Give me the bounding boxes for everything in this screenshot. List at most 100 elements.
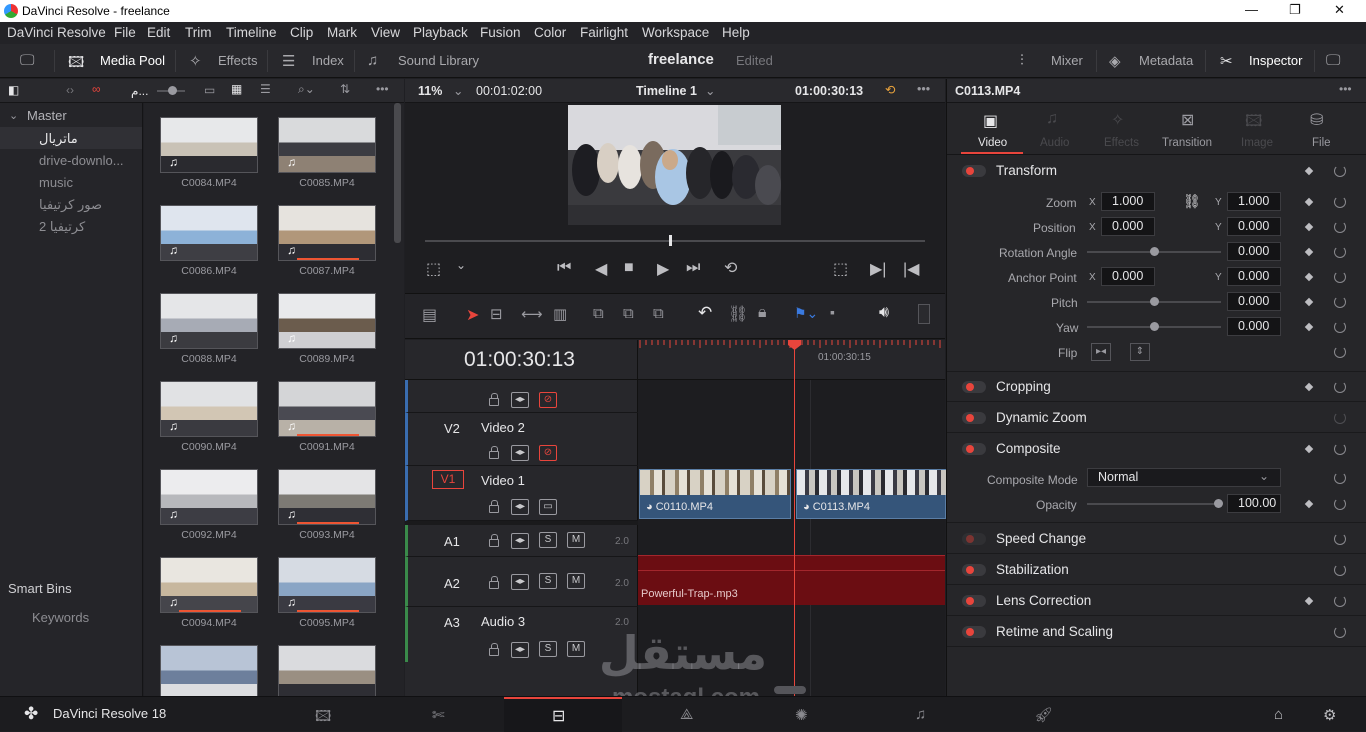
chevron-down-icon[interactable]: ⌄ bbox=[9, 109, 18, 122]
media-clip-thumbnail[interactable]: ♫ bbox=[278, 557, 376, 613]
menu-fairlight[interactable]: Fairlight bbox=[580, 25, 628, 40]
dynamic-trim-icon[interactable]: ⟷ bbox=[521, 305, 543, 323]
disable-track-icon[interactable]: ⊘ bbox=[539, 392, 557, 408]
auto-select-icon[interactable]: ◂▸ bbox=[511, 445, 529, 461]
section-toggle[interactable] bbox=[962, 626, 986, 638]
maximize-icon[interactable]: ❐ bbox=[1289, 2, 1301, 18]
section-toggle[interactable] bbox=[962, 564, 986, 576]
inspector-icon[interactable]: ✂ bbox=[1220, 52, 1233, 70]
menu-file[interactable]: File bbox=[114, 25, 136, 40]
section-composite[interactable]: Composite bbox=[947, 434, 1366, 464]
lock-icon[interactable] bbox=[489, 446, 499, 459]
keyframe-icon[interactable] bbox=[1304, 499, 1314, 509]
more-options-icon[interactable]: ••• bbox=[1339, 82, 1352, 96]
lock-icon[interactable] bbox=[489, 643, 499, 656]
reset-icon[interactable] bbox=[1334, 271, 1346, 283]
layout-icon[interactable]: 🖵 bbox=[20, 52, 34, 69]
reset-icon[interactable] bbox=[1334, 381, 1346, 393]
menu-mark[interactable]: Mark bbox=[327, 25, 357, 40]
keyframe-icon[interactable] bbox=[1304, 247, 1314, 257]
bin-item[interactable]: music bbox=[39, 175, 73, 190]
search-icon[interactable]: ⌕⌄ bbox=[298, 82, 315, 97]
menu-view[interactable]: View bbox=[371, 25, 400, 40]
media-clip-thumbnail[interactable]: ♫ bbox=[160, 469, 258, 525]
play-icon[interactable]: ▶ bbox=[657, 259, 669, 279]
timeline-view-options-icon[interactable]: ▤ bbox=[422, 305, 437, 325]
yaw-field[interactable]: 0.000 bbox=[1227, 317, 1281, 336]
media-clip-thumbnail[interactable]: ♫ bbox=[278, 293, 376, 349]
track-name[interactable]: Video 2 bbox=[481, 420, 525, 435]
media-clip-thumbnail[interactable]: ♫ bbox=[278, 205, 376, 261]
chevron-down-icon[interactable]: ⌄ bbox=[453, 83, 463, 98]
lock-icon[interactable] bbox=[489, 500, 499, 513]
section-toggle-disabled[interactable] bbox=[962, 533, 986, 545]
media-clip-thumbnail[interactable]: ♫ bbox=[278, 469, 376, 525]
rotation-field[interactable]: 0.000 bbox=[1227, 242, 1281, 261]
snapping-icon[interactable]: ↶ bbox=[698, 303, 712, 323]
effects-icon[interactable]: ✧ bbox=[189, 52, 202, 70]
media-clip-thumbnail[interactable] bbox=[160, 645, 258, 696]
sync-icon[interactable]: ⟲ bbox=[885, 82, 895, 97]
opacity-slider[interactable] bbox=[1087, 503, 1221, 505]
flip-horizontal-icon[interactable]: ▸◂ bbox=[1091, 343, 1111, 361]
track-enable-icon[interactable]: ▭ bbox=[539, 499, 557, 515]
tab-transition[interactable]: ⊠ Transition bbox=[1155, 103, 1225, 155]
opacity-field[interactable]: 100.00 bbox=[1227, 494, 1281, 513]
media-clip-thumbnail[interactable]: ♫ bbox=[160, 293, 258, 349]
playhead-line[interactable] bbox=[794, 348, 795, 696]
media-clip-thumbnail[interactable]: ♫ bbox=[160, 117, 258, 173]
reset-icon[interactable] bbox=[1334, 595, 1346, 607]
timeline-scrollbar[interactable] bbox=[774, 686, 806, 694]
composite-mode-select[interactable]: Normal bbox=[1087, 468, 1281, 487]
mixer-button[interactable]: Mixer bbox=[1051, 53, 1083, 68]
menu-trim[interactable]: Trim bbox=[185, 25, 212, 40]
fairlight-page-icon[interactable]: ♫ bbox=[915, 706, 926, 723]
section-cropping[interactable]: Cropping bbox=[947, 372, 1366, 402]
disable-track-icon[interactable]: ⊘ bbox=[539, 445, 557, 461]
solo-button[interactable]: S bbox=[539, 641, 557, 657]
lock-icon[interactable] bbox=[489, 393, 499, 406]
auto-select-icon[interactable]: ◂▸ bbox=[511, 499, 529, 515]
thumb-size-knob[interactable] bbox=[168, 86, 177, 95]
mute-button[interactable]: M bbox=[567, 573, 585, 589]
keyframe-icon[interactable] bbox=[1304, 222, 1314, 232]
source-patch-v1[interactable]: V1 bbox=[432, 470, 464, 489]
section-retime-scaling[interactable]: Retime and Scaling bbox=[947, 617, 1366, 647]
minimize-icon[interactable]: — bbox=[1245, 2, 1258, 17]
menu-fusion[interactable]: Fusion bbox=[480, 25, 521, 40]
solo-button[interactable]: S bbox=[539, 532, 557, 548]
section-toggle[interactable] bbox=[962, 595, 986, 607]
tab-effects[interactable]: ✧ Effects bbox=[1097, 103, 1147, 155]
media-clip-thumbnail[interactable]: ♫ bbox=[160, 557, 258, 613]
auto-select-icon[interactable]: ◂▸ bbox=[511, 574, 529, 590]
reset-icon[interactable] bbox=[1334, 626, 1346, 638]
bin-item[interactable]: ماتريال bbox=[39, 131, 78, 147]
metadata-button[interactable]: Metadata bbox=[1139, 53, 1193, 68]
reset-icon[interactable] bbox=[1334, 246, 1346, 258]
keywords-bin[interactable]: Keywords bbox=[32, 610, 89, 625]
mute-button[interactable]: M bbox=[567, 532, 585, 548]
keyframe-icon[interactable] bbox=[1304, 166, 1314, 176]
jump-start-icon[interactable]: ⏮ bbox=[557, 259, 571, 277]
fusion-page-icon[interactable]: ⟁ bbox=[680, 706, 693, 723]
reset-icon[interactable] bbox=[1334, 498, 1346, 510]
scrub-playhead[interactable] bbox=[669, 235, 672, 246]
chevron-down-icon[interactable]: ⌄ bbox=[456, 258, 466, 272]
position-lock-icon[interactable]: 🔒︎ bbox=[758, 304, 767, 322]
menu-timeline[interactable]: Timeline bbox=[226, 25, 277, 40]
keyframe-icon[interactable] bbox=[1304, 272, 1314, 282]
viewer-zoom[interactable]: 11% bbox=[418, 84, 442, 98]
insert-clip-icon[interactable]: ⧉ bbox=[593, 305, 604, 322]
section-toggle[interactable] bbox=[962, 381, 986, 393]
thumbnail-view-icon[interactable]: ▦ bbox=[231, 82, 242, 96]
menu-clip[interactable]: Clip bbox=[290, 25, 313, 40]
lock-icon[interactable] bbox=[489, 534, 499, 547]
solo-button[interactable]: S bbox=[539, 573, 557, 589]
bin-item[interactable]: drive-downlo... bbox=[39, 153, 124, 168]
rotation-knob[interactable] bbox=[1150, 247, 1159, 256]
home-icon[interactable]: ⌂ bbox=[1274, 706, 1283, 723]
metadata-view-icon[interactable]: ▭ bbox=[204, 83, 215, 97]
close-icon[interactable]: ✕ bbox=[1334, 2, 1345, 18]
anchor-x-field[interactable]: 0.000 bbox=[1101, 267, 1155, 286]
tab-video[interactable]: ▣ Video bbox=[961, 103, 1023, 155]
